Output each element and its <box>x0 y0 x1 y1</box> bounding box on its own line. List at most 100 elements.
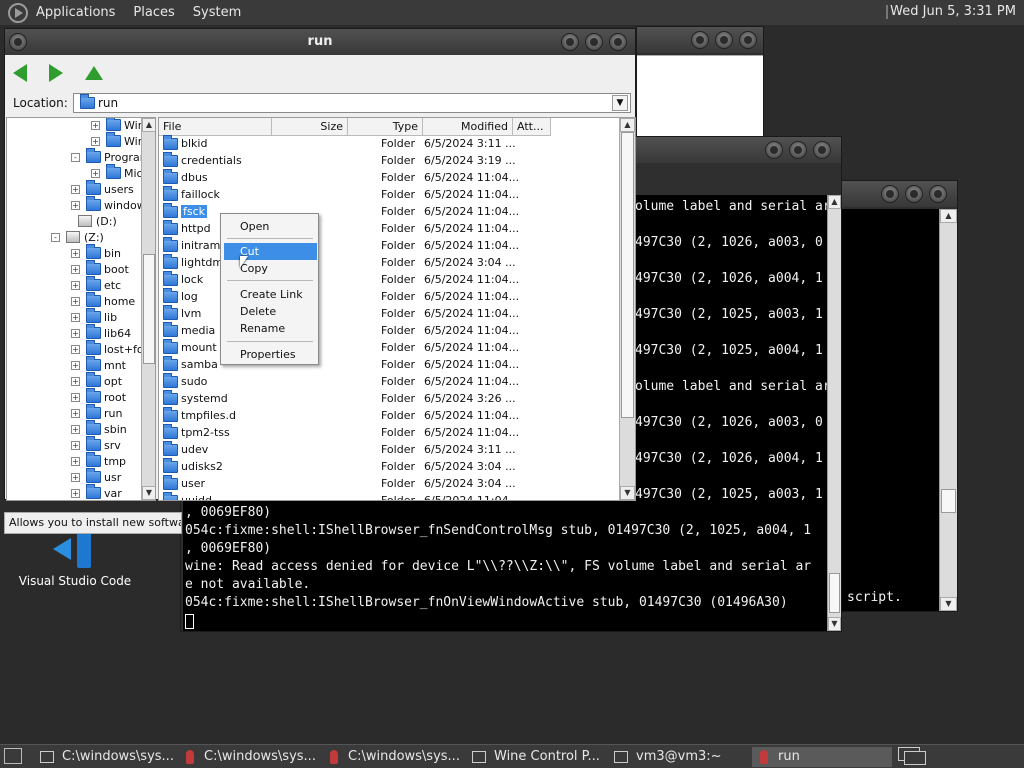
scroll-thumb[interactable] <box>621 132 634 418</box>
tree-item[interactable]: + bin <box>71 244 121 261</box>
expand-icon[interactable]: + <box>71 472 80 482</box>
tree-item[interactable]: - (Z:) <box>51 229 104 245</box>
tree-item[interactable]: + lib <box>71 308 117 325</box>
expand-icon[interactable]: + <box>71 184 80 194</box>
menu-item-open[interactable]: Open <box>224 218 317 235</box>
file-row[interactable]: credentials Folder 6/5/2024 3:19 ... <box>159 151 619 169</box>
file-row[interactable]: user Folder 6/5/2024 3:04 ... <box>159 474 619 492</box>
terminal-right-output[interactable]: script. <box>839 209 939 611</box>
taskbar-item[interactable]: C:\windows\sys... <box>34 747 174 767</box>
taskbar-item[interactable]: C:\windows\sys... <box>178 747 318 767</box>
tree-item[interactable]: + boot <box>71 260 129 277</box>
file-row[interactable]: dbus Folder 6/5/2024 11:04... <box>159 168 619 186</box>
terminal-right-scrollbar[interactable]: ▲ ▼ <box>939 209 957 611</box>
menu-item-cut[interactable]: Cut <box>224 243 317 260</box>
scroll-down-arrow-icon[interactable]: ▼ <box>620 486 635 500</box>
taskbar-item[interactable]: vm3@vm3:~ <box>608 747 748 767</box>
tree-item[interactable]: + Micr <box>91 164 147 181</box>
back-arrow-icon[interactable] <box>13 64 27 82</box>
menu-item-delete[interactable]: Delete <box>224 303 317 320</box>
expand-icon[interactable]: + <box>71 328 80 338</box>
menu-applications[interactable]: Applications <box>36 5 115 20</box>
collapse-icon[interactable]: - <box>51 232 60 242</box>
minimize-button[interactable] <box>691 31 709 49</box>
expand-icon[interactable]: + <box>71 312 80 322</box>
menu-item-create-link[interactable]: Create Link <box>224 286 317 303</box>
tree-scrollbar[interactable]: ▲ ▼ <box>141 118 155 500</box>
folder-tree[interactable]: + Win + Win - Program + Micr + users + window (D:) -(… <box>6 117 156 501</box>
collapse-icon[interactable]: - <box>71 152 80 162</box>
tree-item[interactable]: + lib64 <box>71 324 131 341</box>
file-row[interactable]: tmpfiles.d Folder 6/5/2024 11:04... <box>159 406 619 424</box>
desktop-icon-vscode[interactable]: Visual Studio Code <box>14 530 136 588</box>
menu-item-rename[interactable]: Rename <box>224 320 317 337</box>
menu-system[interactable]: System <box>193 5 241 20</box>
explorer-titlebar[interactable]: run <box>5 29 635 55</box>
expand-icon[interactable]: + <box>71 456 80 466</box>
minimize-button[interactable] <box>561 33 579 51</box>
expand-icon[interactable]: + <box>71 488 80 498</box>
file-row[interactable]: udisks2 Folder 6/5/2024 3:04 ... <box>159 457 619 475</box>
taskbar-item[interactable]: C:\windows\sys... <box>322 747 462 767</box>
tree-item[interactable]: + mnt <box>71 356 126 373</box>
scroll-down-arrow-icon[interactable]: ▼ <box>828 617 841 631</box>
tree-item[interactable]: + var <box>71 484 122 500</box>
maximize-button[interactable] <box>585 33 603 51</box>
expand-icon[interactable]: + <box>71 408 80 418</box>
tree-item[interactable]: + lost+fo <box>71 340 144 357</box>
column-header-file[interactable]: File <box>159 118 272 136</box>
tree-item[interactable]: + Win <box>91 118 145 133</box>
chevron-down-icon[interactable]: ▼ <box>612 95 628 111</box>
tree-item[interactable]: + etc <box>71 276 121 293</box>
expand-icon[interactable]: + <box>71 264 80 274</box>
tree-item[interactable]: (D:) <box>63 213 117 229</box>
file-row[interactable]: faillock Folder 6/5/2024 11:04... <box>159 185 619 203</box>
maximize-button[interactable] <box>789 141 807 159</box>
location-input[interactable]: run ▼ <box>73 93 631 113</box>
tree-item[interactable]: + root <box>71 388 126 405</box>
tree-item[interactable]: + run <box>71 404 122 421</box>
tree-item[interactable]: + usr <box>71 468 121 485</box>
scroll-down-arrow-icon[interactable]: ▼ <box>940 597 957 611</box>
up-arrow-icon[interactable] <box>85 66 103 80</box>
tree-item[interactable]: - Program <box>71 148 150 165</box>
file-row[interactable]: uuidd Folder 6/5/2024 11:04... <box>159 491 619 500</box>
file-row[interactable]: udev Folder 6/5/2024 3:11 ... <box>159 440 619 458</box>
column-header-size[interactable]: Size <box>272 118 348 136</box>
expand-icon[interactable]: + <box>91 136 100 146</box>
forward-arrow-icon[interactable] <box>49 64 63 82</box>
scroll-thumb[interactable] <box>829 573 840 613</box>
expand-icon[interactable]: + <box>71 200 80 210</box>
file-row[interactable]: blkid Folder 6/5/2024 3:11 ... <box>159 134 619 152</box>
distro-logo-icon[interactable] <box>8 2 28 23</box>
tree-item[interactable]: + users <box>71 180 134 197</box>
terminal-main-scrollbar[interactable]: ▲ ▼ <box>827 195 841 631</box>
terminal-window-right[interactable]: script. ▲ ▼ <box>838 180 958 612</box>
column-header-modified[interactable]: Modified <box>423 118 513 136</box>
expand-icon[interactable]: + <box>91 120 100 130</box>
menu-item-copy[interactable]: Copy <box>224 260 317 277</box>
scroll-thumb[interactable] <box>941 489 956 513</box>
scroll-up-arrow-icon[interactable]: ▲ <box>142 118 155 132</box>
expand-icon[interactable]: + <box>71 440 80 450</box>
tree-item[interactable]: + sbin <box>71 420 127 437</box>
tree-item[interactable]: + srv <box>71 436 121 453</box>
workspace-switcher-icon[interactable] <box>896 747 926 765</box>
expand-icon[interactable]: + <box>71 296 80 306</box>
expand-icon[interactable]: + <box>71 376 80 386</box>
close-button[interactable] <box>739 31 757 49</box>
tree-item[interactable]: + window <box>71 196 146 213</box>
column-header-type[interactable]: Type <box>348 118 423 136</box>
explorer-window[interactable]: run Location: run ▼ + Win + Win - Program + Mic… <box>4 28 636 501</box>
scroll-thumb[interactable] <box>143 254 155 364</box>
close-button[interactable] <box>609 33 627 51</box>
wine-control-panel-window[interactable] <box>636 26 764 138</box>
expand-icon[interactable]: + <box>71 248 80 258</box>
tree-item[interactable]: + opt <box>71 372 122 389</box>
scroll-up-arrow-icon[interactable]: ▲ <box>828 195 841 209</box>
tree-item[interactable]: + home <box>71 292 135 309</box>
scroll-down-arrow-icon[interactable]: ▼ <box>142 486 155 500</box>
file-row[interactable]: tpm2-tss Folder 6/5/2024 11:04... <box>159 423 619 441</box>
clock[interactable]: Wed Jun 5, 3:31 PM <box>890 4 1016 19</box>
minimize-button[interactable] <box>9 33 27 51</box>
